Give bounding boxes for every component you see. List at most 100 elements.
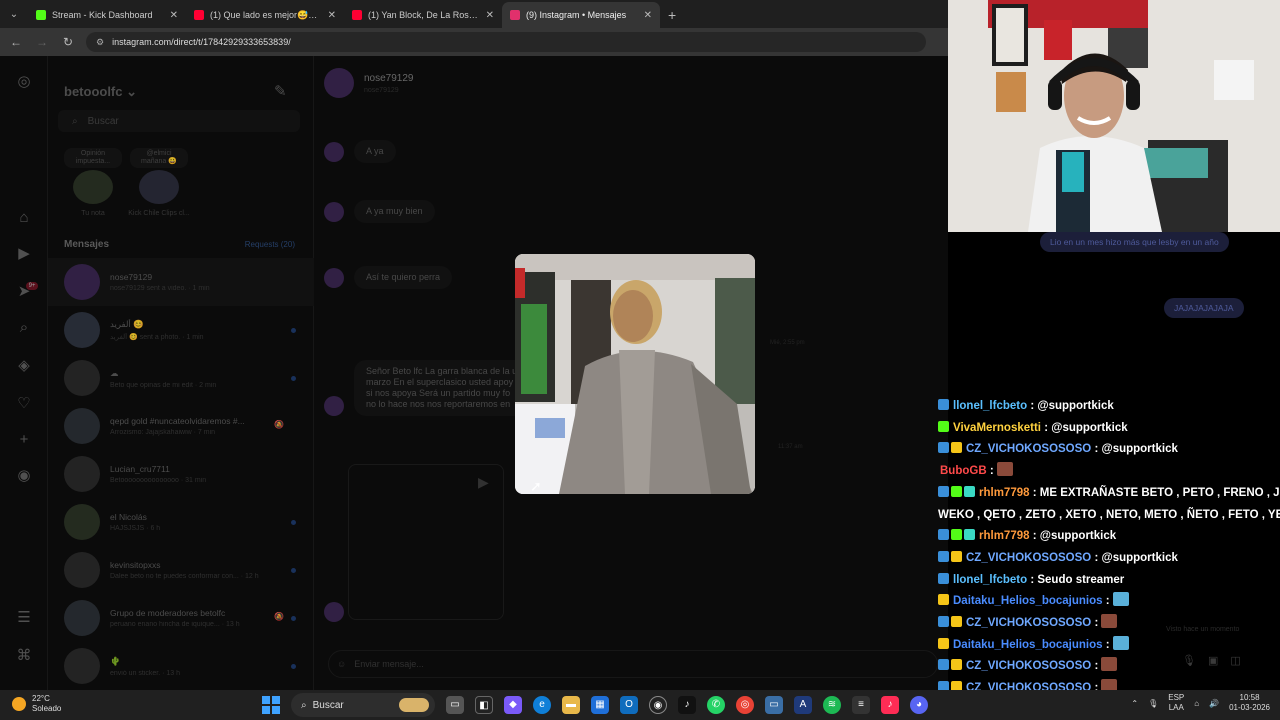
- message-row: Así te quiero perra: [324, 266, 453, 289]
- browser-tab[interactable]: (1) Que lado es mejor😅😂 #c ✕: [186, 2, 344, 28]
- chat-username[interactable]: BuboGB: [940, 465, 987, 477]
- new-message-icon[interactable]: ✎: [274, 82, 287, 100]
- store-icon[interactable]: ▦: [591, 696, 609, 714]
- chat-username[interactable]: llonel_lfcbeto: [953, 574, 1027, 586]
- browser-tab[interactable]: (9) Instagram • Mensajes ✕: [502, 2, 660, 28]
- message-input[interactable]: ☺ Enviar mensaje...: [328, 650, 938, 678]
- language-indicator[interactable]: ESP LAA: [1168, 693, 1184, 713]
- chat-username[interactable]: Daitaku_Helios_bocajunios: [953, 595, 1103, 607]
- outlook-icon[interactable]: O: [620, 696, 638, 714]
- home-icon[interactable]: ⌂: [14, 208, 34, 228]
- back-icon[interactable]: ←: [8, 35, 24, 49]
- thread-item[interactable]: ألفريد 😊 ألفريد 😊 sent a photo. · 1 min: [48, 306, 314, 354]
- new-tab-button[interactable]: +: [660, 2, 684, 28]
- task-view-icon[interactable]: ▭: [446, 696, 464, 714]
- close-tab-icon[interactable]: ✕: [486, 10, 494, 21]
- weather-widget[interactable]: 22°C Soleado: [12, 694, 61, 714]
- chrome-icon[interactable]: ◎: [736, 696, 754, 714]
- instagram-logo-icon[interactable]: ◎: [14, 72, 34, 92]
- reels-icon[interactable]: ▶: [14, 244, 34, 264]
- media-viewer[interactable]: [515, 254, 755, 494]
- menu-icon[interactable]: ☰: [14, 608, 34, 628]
- thread-item[interactable]: nose79129 nose79129 sent a video. · 1 min: [48, 258, 314, 306]
- close-tab-icon[interactable]: ✕: [644, 10, 652, 21]
- chat-message: Daitaku_Helios_bocajunios :: [936, 635, 1280, 657]
- search-icon[interactable]: ⌕: [14, 318, 34, 338]
- language-code: ESP: [1168, 693, 1185, 702]
- chat-username[interactable]: CZ_VICHOKOSOSOSO: [966, 660, 1091, 672]
- obs-icon[interactable]: ◉: [649, 696, 667, 714]
- thread-name: nose79129: [110, 272, 153, 282]
- file-explorer-icon[interactable]: ▬: [562, 696, 580, 714]
- account-switcher[interactable]: betooolfc ⌄: [64, 84, 137, 100]
- taskbar-search[interactable]: ⌕ Buscar: [291, 693, 435, 717]
- note-friend[interactable]: @elmici mañana 😀 Kick Chile Clips cl...: [124, 148, 194, 217]
- app-icon[interactable]: A: [794, 696, 812, 714]
- chat-username[interactable]: rhlm7798: [979, 487, 1030, 499]
- thread-item[interactable]: ☁ Beto que opinas de mi edit · 2 min: [48, 354, 314, 402]
- chat-username[interactable]: llonel_lfcbeto: [953, 400, 1027, 412]
- threads-icon[interactable]: ◉: [14, 466, 34, 486]
- emoji-icon[interactable]: ☺: [337, 659, 346, 669]
- tab-search-button[interactable]: ⌄: [0, 0, 28, 28]
- also-from-meta-icon[interactable]: ⌘: [14, 646, 34, 666]
- message-bubble[interactable]: Así te quiero perra: [354, 266, 453, 289]
- address-bar: ← → ↻ ⚙ instagram.com/direct/t/178429293…: [0, 28, 948, 56]
- unread-dot: [291, 520, 296, 525]
- chat-badge-icon: [951, 485, 962, 497]
- notifications-icon[interactable]: ♡: [14, 394, 34, 414]
- chat-username[interactable]: Daitaku_Helios_bocajunios: [953, 639, 1103, 651]
- explore-icon[interactable]: ◈: [14, 356, 34, 376]
- thread-item[interactable]: kevinsitopxxs Dalee beto no te puedes con…: [48, 546, 314, 594]
- sent-message[interactable]: Lio en un mes hizo más que lesby en un a…: [1040, 232, 1229, 252]
- requests-link[interactable]: Requests (20): [245, 240, 295, 249]
- chat-username[interactable]: CZ_VICHOKOSOSOSO: [966, 617, 1091, 629]
- chat-username[interactable]: CZ_VICHOKOSOSOSO: [966, 682, 1091, 690]
- chat-username[interactable]: CZ_VICHOKOSOSOSO: [966, 443, 1091, 455]
- microphone-icon[interactable]: 🎙: [1148, 699, 1158, 708]
- reload-icon[interactable]: ↻: [60, 35, 76, 49]
- note-own[interactable]: Opinión impuesta... Tu nota: [58, 148, 128, 217]
- tray-overflow-icon[interactable]: ⌃: [1131, 699, 1138, 708]
- thread-name: el Nicolás: [110, 512, 147, 522]
- chat-username[interactable]: CZ_VICHOKOSOSOSO: [966, 552, 1091, 564]
- url-field[interactable]: ⚙ instagram.com/direct/t/178429293336538…: [86, 32, 926, 52]
- message-bubble[interactable]: A ya: [354, 140, 396, 163]
- windows-start-icon[interactable]: [262, 696, 280, 714]
- play-icon[interactable]: ▶: [478, 474, 489, 491]
- widgets-icon[interactable]: ◧: [475, 696, 493, 714]
- conversation-header[interactable]: nose79129 nose79129: [324, 68, 414, 98]
- message-bubble[interactable]: Señor Beto lfc La garra blanca de la u m…: [354, 360, 534, 416]
- clock[interactable]: 10:58 01-03-2026: [1229, 693, 1270, 713]
- sent-message[interactable]: JAJAJAJAJAJA: [1164, 298, 1244, 318]
- message-bubble[interactable]: A ya muy bien: [354, 200, 435, 223]
- edge-icon[interactable]: e: [533, 696, 551, 714]
- spotify-icon[interactable]: ≋: [823, 696, 841, 714]
- discord-icon[interactable]: ◕: [910, 696, 928, 714]
- thread-item[interactable]: 🌵 envió un sticker. · 13 h: [48, 642, 314, 690]
- chat-username[interactable]: rhlm7798: [979, 530, 1030, 542]
- tiktok-icon[interactable]: ♪: [678, 696, 696, 714]
- audio-mixer-icon[interactable]: ≡: [852, 696, 870, 714]
- network-icon[interactable]: ⌂: [1194, 699, 1199, 708]
- volume-icon[interactable]: 🔊: [1209, 699, 1219, 708]
- thread-item[interactable]: Grupo de moderadores betolfc peruano enan…: [48, 594, 314, 642]
- forward-icon[interactable]: →: [34, 35, 50, 49]
- whatsapp-icon[interactable]: ✆: [707, 696, 725, 714]
- close-tab-icon[interactable]: ✕: [170, 10, 178, 21]
- browser-tab[interactable]: (1) Yan Block, De La Rose, Hade ✕: [344, 2, 502, 28]
- search-input[interactable]: ⌕ Buscar: [58, 110, 300, 132]
- tiktok-live-icon[interactable]: ♪: [881, 696, 899, 714]
- copilot-icon[interactable]: ◆: [504, 696, 522, 714]
- thread-item[interactable]: qepd gold #nuncateolvidaremos #... Arrozi…: [48, 402, 314, 450]
- browser-tab[interactable]: Stream - Kick Dashboard ✕: [28, 2, 186, 28]
- thread-item[interactable]: el Nicolás HAJSJSJS · 6 h: [48, 498, 314, 546]
- site-info-icon[interactable]: ⚙: [96, 37, 104, 48]
- chat-emote-icon: [996, 462, 1013, 477]
- remote-desktop-icon[interactable]: ▭: [765, 696, 783, 714]
- create-icon[interactable]: +: [14, 430, 34, 450]
- chat-username[interactable]: VivaMernosketti: [953, 422, 1041, 434]
- close-tab-icon[interactable]: ✕: [328, 10, 336, 21]
- message-placeholder: Enviar mensaje...: [354, 659, 424, 669]
- thread-item[interactable]: Lucian_cru7711 Betooooooooooooooo · 31 mi…: [48, 450, 314, 498]
